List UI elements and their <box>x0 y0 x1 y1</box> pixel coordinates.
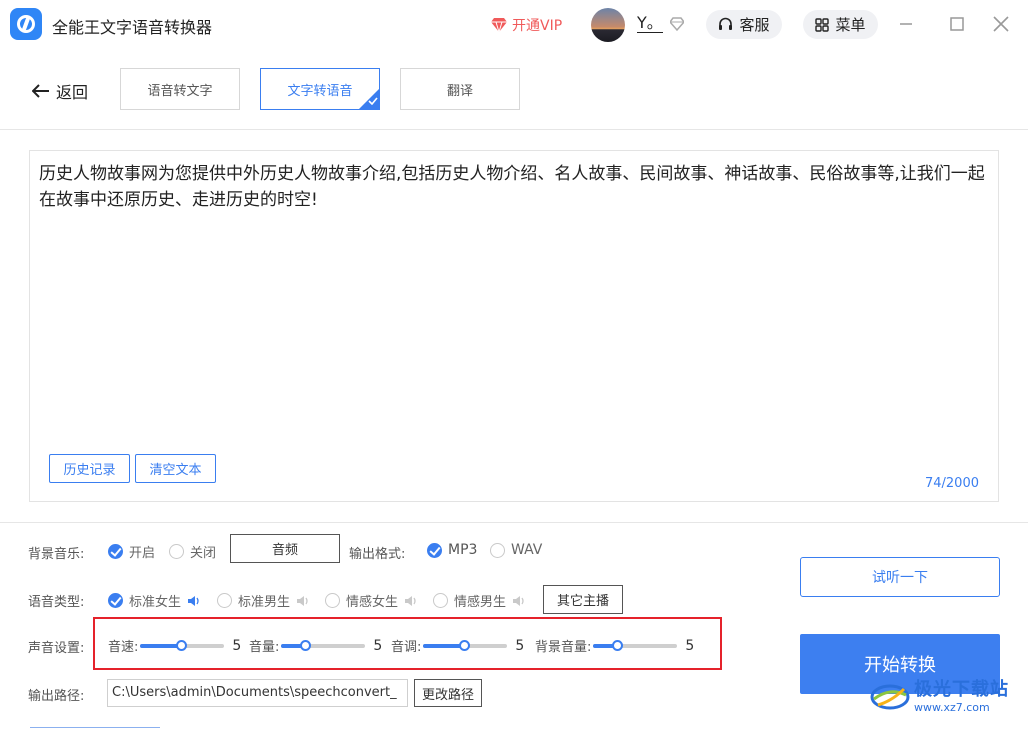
volume-value: 5 <box>373 637 383 654</box>
voice-emotional-male-radio[interactable]: 情感男生 <box>433 591 526 610</box>
format-wav-radio[interactable]: WAV <box>490 542 542 558</box>
back-button[interactable]: 返回 <box>32 79 88 103</box>
slider-knob[interactable] <box>300 639 312 651</box>
speaker-icon[interactable] <box>187 595 201 607</box>
format-wav-label: WAV <box>511 542 543 558</box>
avatar[interactable] <box>591 8 625 42</box>
bg-music-on-label: 开启 <box>129 546 156 561</box>
slider-knob[interactable] <box>176 639 188 651</box>
vip-label: 开通VIP <box>512 18 563 34</box>
radio-checked-icon <box>108 544 123 559</box>
bg-volume-slider[interactable] <box>593 639 678 651</box>
volume-slider[interactable] <box>281 639 366 651</box>
format-mp3-label: MP3 <box>448 542 478 558</box>
char-counter: 74/2000 <box>924 476 979 491</box>
volume-label: 音量: <box>249 640 280 655</box>
slider-knob[interactable] <box>612 639 624 651</box>
bg-volume-label: 背景音量: <box>535 640 592 655</box>
minimize-icon[interactable] <box>896 14 916 34</box>
editor-text[interactable]: 历史人物故事网为您提供中外历史人物故事介绍,包括历史人物介绍、名人故事、民间故事… <box>39 161 989 213</box>
voice-emotional-female-radio[interactable]: 情感女生 <box>325 591 418 610</box>
radio-checked-icon <box>427 542 442 558</box>
close-icon[interactable] <box>991 14 1011 34</box>
volume-slider-group: 音量: 5 <box>249 636 383 656</box>
text-editor[interactable]: 历史人物故事网为您提供中外历史人物故事介绍,包括历史人物介绍、名人故事、民间故事… <box>29 150 999 502</box>
user-name[interactable]: Y。 <box>637 14 663 33</box>
watermark: 极光下载站 www.xz7.com <box>870 675 1009 714</box>
bg-music-off-radio[interactable]: 关闭 <box>169 542 216 561</box>
bg-music-off-label: 关闭 <box>190 546 217 561</box>
output-format-label: 输出格式: <box>349 547 406 562</box>
diamond-icon <box>670 17 684 31</box>
audio-button[interactable]: 音频 <box>230 534 340 563</box>
slider-knob[interactable] <box>459 639 471 651</box>
headset-icon <box>719 17 733 30</box>
radio-unchecked-icon <box>325 593 340 608</box>
app-title: 全能王文字语音转换器 <box>52 18 213 37</box>
speed-value: 5 <box>232 637 242 654</box>
history-button[interactable]: 历史记录 <box>49 454 130 483</box>
pitch-slider-group: 音调: 5 <box>391 636 525 656</box>
speaker-icon[interactable] <box>512 595 526 607</box>
output-path-label: 输出路径: <box>28 689 85 704</box>
bg-volume-value: 5 <box>685 637 695 654</box>
clear-text-button[interactable]: 清空文本 <box>135 454 216 483</box>
pitch-slider[interactable] <box>423 639 508 651</box>
menu-label: 菜单 <box>835 16 866 34</box>
tab-translate[interactable]: 翻译 <box>400 68 520 110</box>
bg-music-label: 背景音乐: <box>28 547 85 562</box>
title-bar: 全能王文字语音转换器 开通VIP Y。 客服 菜单 <box>0 0 1028 50</box>
watermark-logo-icon <box>870 684 910 709</box>
pitch-label: 音调: <box>391 640 422 655</box>
speed-label: 音速: <box>108 640 139 655</box>
bg-volume-slider-group: 背景音量: 5 <box>535 636 695 656</box>
format-mp3-radio[interactable]: MP3 <box>427 542 477 558</box>
menu-button[interactable]: 菜单 <box>803 10 878 39</box>
voice-type-label: 语音类型: <box>28 595 85 610</box>
customer-service-label: 客服 <box>739 16 770 34</box>
radio-unchecked-icon <box>169 544 184 559</box>
bg-music-on-radio[interactable]: 开启 <box>108 542 155 561</box>
radio-unchecked-icon <box>490 542 505 558</box>
speaker-icon[interactable] <box>296 595 310 607</box>
customer-service-button[interactable]: 客服 <box>706 10 782 39</box>
voice-standard-male-label: 标准男生 <box>238 595 291 610</box>
speed-slider-group: 音速: 5 <box>108 636 242 656</box>
watermark-sub: www.xz7.com <box>914 701 990 714</box>
voice-standard-female-label: 标准女生 <box>129 595 182 610</box>
grid-icon <box>815 17 830 32</box>
radio-checked-icon <box>108 593 123 608</box>
arrow-left-icon <box>32 84 49 98</box>
tab-speech-to-text[interactable]: 语音转文字 <box>120 68 240 110</box>
voice-standard-male-radio[interactable]: 标准男生 <box>217 591 310 610</box>
radio-unchecked-icon <box>433 593 448 608</box>
gem-icon <box>491 18 507 32</box>
radio-unchecked-icon <box>217 593 232 608</box>
app-window: 全能王文字语音转换器 开通VIP Y。 客服 菜单 返回 语音转文字 文字转语音 <box>0 0 1028 730</box>
app-logo-icon <box>10 8 42 40</box>
voice-emotional-male-label: 情感男生 <box>454 595 507 610</box>
speaker-icon[interactable] <box>404 595 418 607</box>
bottom-link[interactable] <box>30 720 160 728</box>
maximize-icon[interactable] <box>947 14 967 34</box>
speed-slider[interactable] <box>140 639 225 651</box>
check-corner-icon <box>358 88 380 110</box>
settings-panel: 背景音乐: 开启 关闭 音频 输出格式: MP3 WAV 语音类型: 标准女生 … <box>0 522 1028 730</box>
vip-button[interactable]: 开通VIP <box>491 15 562 35</box>
sound-settings-label: 声音设置: <box>28 641 85 656</box>
output-path-input[interactable]: C:\Users\admin\Documents\speechconvert_ <box>107 679 408 707</box>
voice-emotional-female-label: 情感女生 <box>346 595 399 610</box>
preview-button[interactable]: 试听一下 <box>800 557 1000 597</box>
back-label: 返回 <box>56 83 89 102</box>
nav-row: 返回 语音转文字 文字转语音 翻译 <box>0 50 1028 130</box>
voice-standard-female-radio[interactable]: 标准女生 <box>108 591 201 610</box>
other-anchor-button[interactable]: 其它主播 <box>543 585 623 614</box>
change-path-button[interactable]: 更改路径 <box>414 679 482 707</box>
watermark-main: 极光下载站 <box>914 679 1009 700</box>
tab-text-to-speech-label: 文字转语音 <box>287 83 353 99</box>
tab-text-to-speech[interactable]: 文字转语音 <box>260 68 380 110</box>
pitch-value: 5 <box>515 637 525 654</box>
